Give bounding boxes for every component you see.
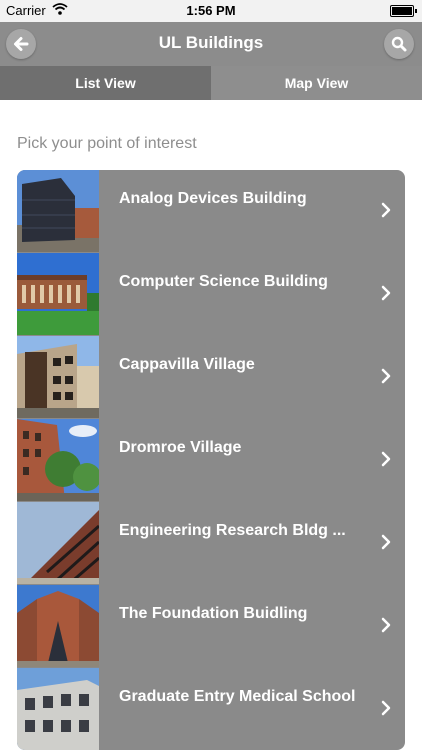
list-item[interactable]: Dromroe Village [17, 419, 405, 502]
search-button[interactable] [384, 29, 414, 59]
chevron-right-icon [381, 202, 391, 218]
building-photo [17, 502, 99, 584]
list-item[interactable]: Engineering Research Bldg ... [17, 502, 405, 585]
building-photo [17, 585, 99, 667]
chevron-right-icon [381, 617, 391, 633]
buildings-list: Analog Devices Building Computer Science… [17, 170, 405, 750]
chevron-right-icon [381, 368, 391, 384]
building-name: Engineering Research Bldg ... [119, 522, 346, 539]
building-photo [17, 668, 99, 750]
building-photo [17, 253, 99, 335]
clock-label: 1:56 PM [186, 3, 236, 18]
navigation-bar: UL Buildings [0, 22, 422, 66]
building-name: Computer Science Building [119, 273, 328, 290]
building-name: Analog Devices Building [119, 190, 307, 207]
list-item[interactable]: The Foundation Buidling [17, 585, 405, 668]
chevron-right-icon [381, 285, 391, 301]
list-item[interactable]: Analog Devices Building [17, 170, 405, 253]
tab-map-view[interactable]: Map View [211, 66, 422, 100]
prompt-text: Pick your point of interest [17, 135, 197, 152]
page-title: UL Buildings [158, 33, 264, 52]
battery-icon [390, 5, 417, 17]
building-name: Graduate Entry Medical School [119, 688, 356, 705]
tab-list-view[interactable]: List View [0, 66, 211, 100]
search-icon [391, 36, 407, 52]
chevron-right-icon [381, 700, 391, 716]
list-item[interactable]: Computer Science Building [17, 253, 405, 336]
building-name: Dromroe Village [119, 439, 242, 456]
view-tabs: List View Map View [0, 66, 422, 100]
building-photo [17, 336, 99, 418]
building-photo [17, 170, 99, 252]
building-name: The Foundation Buidling [119, 605, 308, 622]
chevron-right-icon [381, 451, 391, 467]
status-bar: Carrier 1:56 PM [0, 0, 422, 22]
building-name: Cappavilla Village [119, 356, 255, 373]
chevron-right-icon [381, 534, 391, 550]
list-item[interactable]: Graduate Entry Medical School [17, 668, 405, 750]
list-item[interactable]: Cappavilla Village [17, 336, 405, 419]
building-photo [17, 419, 99, 501]
